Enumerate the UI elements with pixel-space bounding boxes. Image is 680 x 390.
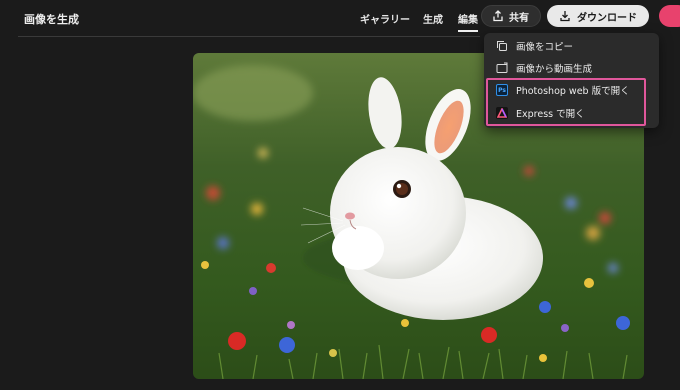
nav-gallery[interactable]: ギャラリー (360, 11, 410, 26)
header-divider (18, 36, 480, 37)
share-icon (492, 10, 504, 22)
download-label: ダウンロード (577, 12, 637, 24)
download-icon (559, 10, 571, 22)
menu-item-label: 画像から動画生成 (516, 64, 593, 75)
menu-item-image-to-video[interactable]: 画像から動画生成 (484, 58, 659, 78)
nav-edit[interactable]: 編集 (458, 11, 478, 26)
highlight-box (486, 78, 646, 126)
more-button[interactable] (659, 5, 680, 27)
page-title: 画像を生成 (24, 13, 79, 26)
image-to-video-icon (495, 61, 509, 75)
share-label: 共有 (509, 12, 529, 24)
copy-icon (495, 39, 509, 53)
download-button[interactable]: ダウンロード (547, 5, 649, 27)
menu-item-label: 画像をコピー (516, 42, 574, 53)
nav-edit-indicator (458, 30, 478, 32)
share-button[interactable]: 共有 (481, 5, 541, 27)
menu-item-copy-image[interactable]: 画像をコピー (484, 36, 659, 56)
nav-generate[interactable]: 生成 (423, 11, 443, 26)
